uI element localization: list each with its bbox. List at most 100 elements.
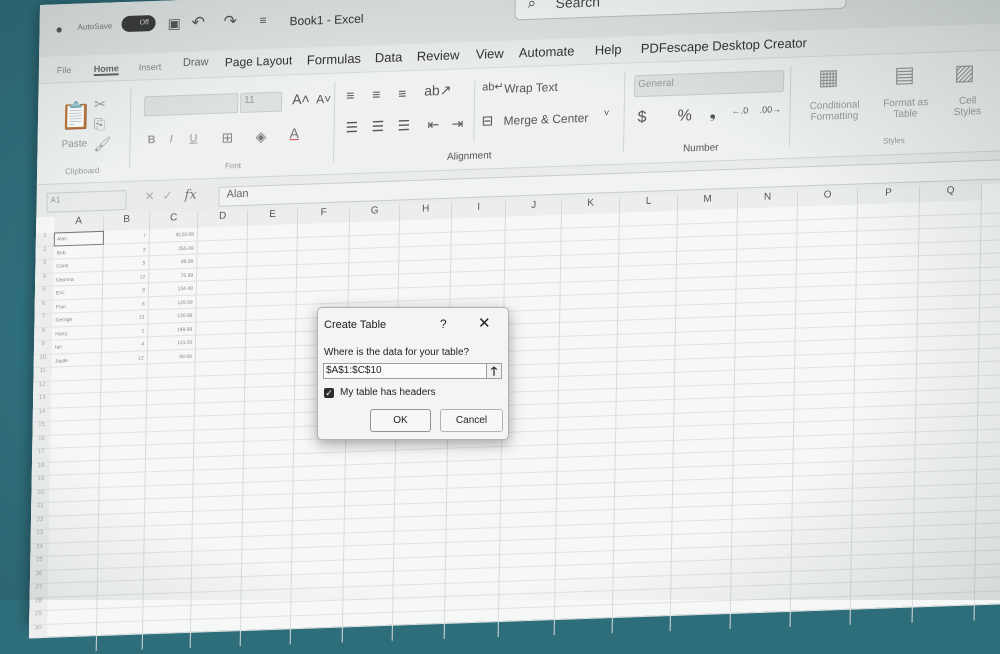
increase-decimal-icon[interactable]: ←.0: [732, 105, 749, 116]
search-box[interactable]: ⌕ Search: [514, 0, 847, 21]
format-as-table-button[interactable]: Format as Table: [877, 97, 933, 121]
row-header[interactable]: 10: [33, 354, 52, 369]
column-header-f[interactable]: F: [297, 206, 351, 225]
cell-c[interactable]: 199.99: [164, 326, 192, 333]
row-header[interactable]: 18: [31, 462, 51, 477]
cell-b[interactable]: 12: [116, 355, 144, 362]
row-header[interactable]: 8: [34, 327, 53, 342]
column-header-l[interactable]: L: [619, 194, 679, 213]
tab-data[interactable]: Data: [375, 49, 403, 65]
tab-file[interactable]: File: [57, 65, 72, 76]
cell-c[interactable]: 255.49: [166, 245, 193, 252]
row-header[interactable]: 16: [32, 435, 51, 450]
cell-c[interactable]: 75.99: [165, 272, 194, 279]
cell-styles-icon[interactable]: ▨: [954, 59, 975, 86]
row-header[interactable]: 15: [32, 421, 51, 436]
cancel-button[interactable]: Cancel: [440, 409, 503, 432]
tab-draw[interactable]: Draw: [183, 56, 209, 69]
fill-color-icon[interactable]: ◈: [255, 128, 266, 145]
cell-a[interactable]: Bob: [57, 250, 66, 256]
cell-c[interactable]: 113.39: [164, 340, 192, 347]
align-right-icon[interactable]: ☰: [397, 117, 410, 134]
cell-c[interactable]: $129.99: [166, 232, 194, 239]
cell-b[interactable]: 5: [117, 260, 146, 267]
increase-indent-icon[interactable]: ⇥: [451, 115, 463, 132]
tab-help[interactable]: Help: [595, 42, 622, 58]
cell-b[interactable]: 2: [118, 247, 146, 254]
undo-icon[interactable]: ↶: [191, 12, 205, 32]
column-header-h[interactable]: H: [399, 202, 453, 221]
cell-a[interactable]: Carol: [56, 263, 68, 269]
column-header-j[interactable]: J: [505, 198, 563, 217]
row-header[interactable]: 13: [32, 394, 52, 409]
conditional-formatting-icon[interactable]: ▦: [818, 64, 839, 91]
cell-b[interactable]: 2: [116, 328, 144, 335]
cell-b[interactable]: 12: [117, 274, 146, 281]
decrease-decimal-icon[interactable]: .00→: [760, 104, 782, 115]
cell-a[interactable]: Harry: [55, 331, 67, 337]
row-header[interactable]: 19: [31, 475, 50, 490]
cell-c[interactable]: 89.99: [165, 259, 194, 266]
row-header[interactable]: 22: [30, 516, 50, 531]
tab-insert[interactable]: Insert: [139, 62, 162, 73]
row-header[interactable]: 26: [29, 570, 49, 585]
align-center-icon[interactable]: ☰: [371, 118, 384, 135]
row-header[interactable]: 20: [31, 489, 50, 504]
column-header-m[interactable]: M: [677, 192, 739, 211]
copy-icon[interactable]: ⎘: [94, 116, 105, 133]
orientation-icon[interactable]: ab↗: [424, 82, 452, 100]
row-header[interactable]: 25: [30, 556, 49, 571]
row-header[interactable]: 23: [30, 529, 49, 544]
tab-pdfescape[interactable]: PDFescape Desktop Creator: [641, 35, 807, 56]
row-header[interactable]: 1: [35, 232, 55, 247]
column-header-c[interactable]: C: [150, 211, 199, 230]
save-icon[interactable]: ▣: [167, 15, 181, 32]
column-header-o[interactable]: O: [797, 188, 859, 207]
column-header-i[interactable]: I: [451, 200, 507, 219]
cancel-entry-icon[interactable]: ✕: [144, 189, 154, 203]
decrease-font-icon[interactable]: A˅: [316, 92, 331, 107]
column-header-d[interactable]: D: [197, 209, 249, 228]
row-header[interactable]: 24: [30, 543, 49, 558]
align-middle-icon[interactable]: ≡: [372, 86, 380, 102]
tab-home[interactable]: Home: [93, 63, 119, 77]
cell-b[interactable]: 6: [117, 301, 145, 308]
font-family-select[interactable]: [143, 93, 239, 117]
row-header[interactable]: 21: [31, 502, 50, 517]
cell-a[interactable]: Eric: [56, 290, 65, 296]
insert-function-icon[interactable]: fx: [184, 188, 196, 203]
row-header[interactable]: 27: [29, 583, 48, 598]
cell-a[interactable]: Jayde: [55, 358, 68, 364]
column-header-g[interactable]: G: [349, 204, 401, 223]
underline-icon[interactable]: U: [189, 133, 197, 145]
collapse-dialog-icon[interactable]: 🡑: [486, 363, 502, 379]
row-header[interactable]: 28: [29, 597, 48, 612]
row-header[interactable]: 5: [34, 286, 54, 301]
headers-checkbox[interactable]: ✓: [324, 388, 334, 398]
cell-c[interactable]: 130.99: [164, 313, 192, 320]
decrease-indent-icon[interactable]: ⇤: [427, 116, 439, 133]
row-header[interactable]: 6: [34, 300, 53, 315]
cell-styles-button[interactable]: Cell Styles: [947, 95, 987, 118]
cell-b[interactable]: 13: [116, 314, 145, 321]
row-header[interactable]: 9: [33, 340, 53, 355]
row-header[interactable]: 11: [33, 367, 52, 382]
column-header-q[interactable]: Q: [919, 184, 983, 203]
customize-qat-icon[interactable]: ≡: [259, 13, 266, 27]
row-header[interactable]: 29: [29, 610, 48, 625]
cell-b[interactable]: 9: [117, 287, 145, 294]
tab-view[interactable]: View: [476, 46, 504, 62]
format-painter-icon[interactable]: 🖌: [93, 136, 111, 154]
close-icon[interactable]: ✕: [478, 314, 491, 332]
row-header[interactable]: 7: [34, 313, 53, 328]
chevron-down-icon[interactable]: ˅: [604, 108, 610, 119]
wrap-text-icon[interactable]: ab↵: [482, 80, 504, 94]
row-header[interactable]: 30: [28, 624, 48, 639]
comma-style-icon[interactable]: ❟: [709, 104, 716, 122]
merge-center-icon[interactable]: ⊟: [481, 112, 494, 129]
column-header-n[interactable]: N: [737, 190, 799, 209]
conditional-formatting-button[interactable]: Conditional Formatting: [799, 99, 869, 123]
bold-icon[interactable]: B: [147, 134, 155, 146]
row-header[interactable]: 3: [35, 259, 54, 274]
percent-icon[interactable]: %: [677, 107, 692, 126]
